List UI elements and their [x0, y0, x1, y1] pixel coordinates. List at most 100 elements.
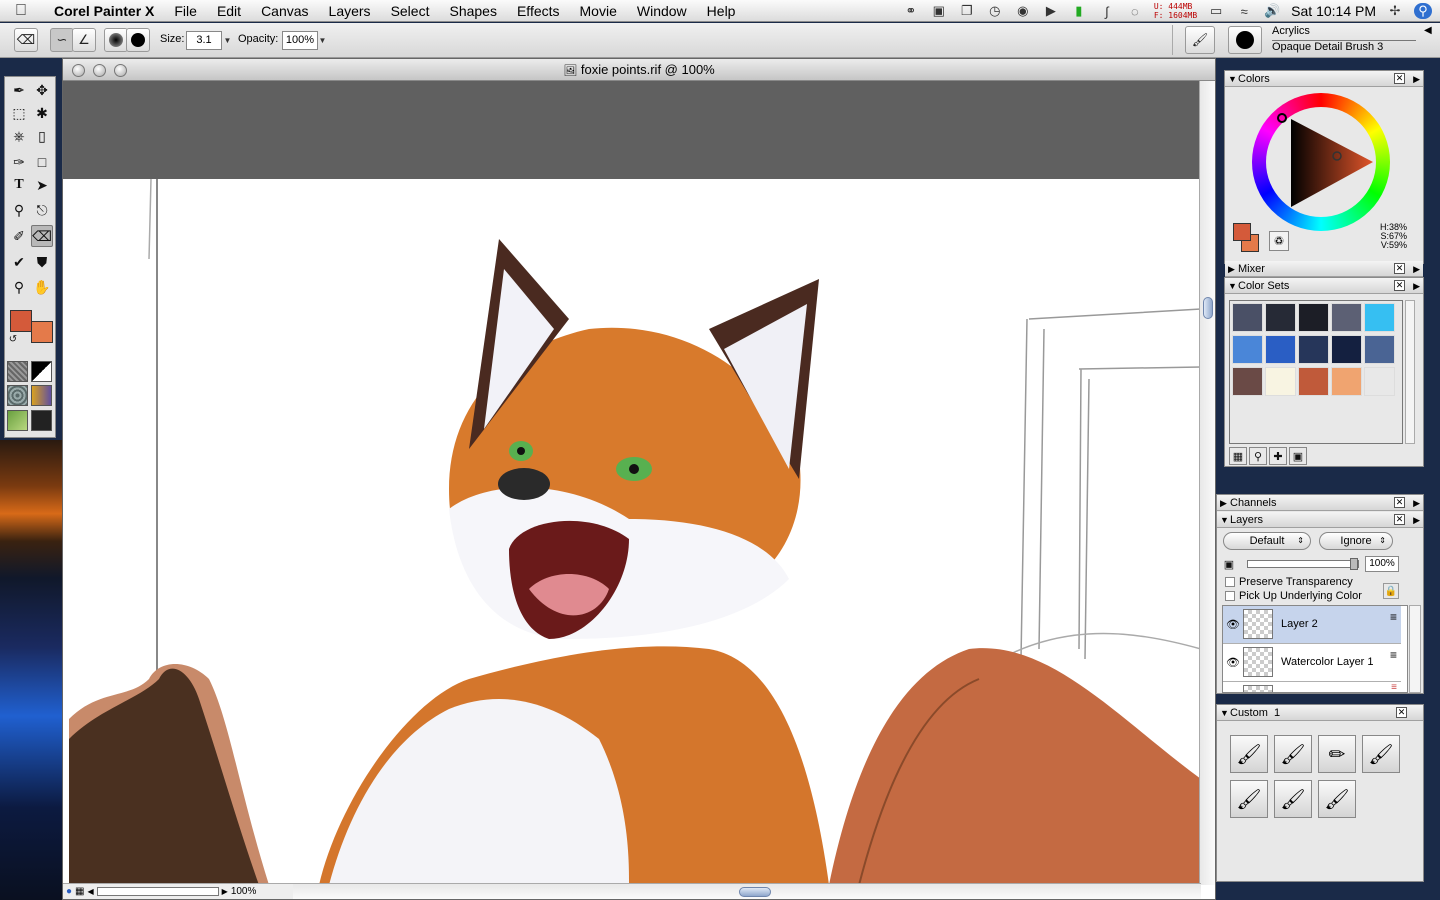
- gradient-selector-icon[interactable]: [31, 361, 52, 382]
- battery-icon[interactable]: ▮: [1070, 3, 1088, 19]
- lock-layer-icon[interactable]: 🔒: [1383, 583, 1399, 599]
- grabber-hand-icon[interactable]: ✋: [31, 276, 53, 298]
- close-icon[interactable]: ✕: [1394, 280, 1405, 291]
- quicksilver-icon[interactable]: ◉: [1014, 3, 1032, 19]
- minimize-window-icon[interactable]: [93, 64, 106, 77]
- scanner-icon[interactable]: ▣: [930, 3, 948, 19]
- zoom-in-icon[interactable]: ▶: [222, 887, 228, 896]
- menu-effects[interactable]: Effects: [507, 0, 570, 22]
- magic-wand-icon[interactable]: ✱: [31, 102, 53, 124]
- close-icon[interactable]: ✕: [1396, 707, 1407, 718]
- layer-row-partial[interactable]: ≡: [1223, 682, 1401, 692]
- horizontal-scroll-thumb[interactable]: [739, 887, 771, 897]
- custom-brush-2-icon[interactable]: 🖌: [1274, 735, 1312, 773]
- layer-list-scrollbar[interactable]: [1409, 605, 1421, 693]
- collapse-icon[interactable]: ▼: [1220, 705, 1230, 721]
- dodge-icon[interactable]: ✐: [8, 225, 30, 247]
- color-swatch[interactable]: [1298, 367, 1329, 396]
- color-swatch[interactable]: [1265, 303, 1296, 332]
- spaces-icon[interactable]: ✢: [1386, 3, 1404, 19]
- color-set-grid-icon[interactable]: ▣: [1289, 447, 1307, 465]
- colors-main-swatch[interactable]: [1233, 223, 1251, 241]
- color-swatch[interactable]: [1331, 303, 1362, 332]
- zoom-window-icon[interactable]: [114, 64, 127, 77]
- menu-window[interactable]: Window: [627, 0, 697, 22]
- close-icon[interactable]: ✕: [1394, 514, 1405, 525]
- signal-icon[interactable]: ∫: [1098, 3, 1116, 19]
- app-menu[interactable]: Corel Painter X: [42, 0, 164, 22]
- custom-brush-3-icon[interactable]: ✏: [1318, 735, 1356, 773]
- pick-up-color-checkbox[interactable]: [1225, 591, 1235, 601]
- color-swatch[interactable]: [1298, 335, 1329, 364]
- add-color-icon[interactable]: ✚: [1269, 447, 1287, 465]
- reset-tool-icon[interactable]: ⌫: [14, 28, 38, 52]
- spotlight-icon[interactable]: ⚲: [1414, 3, 1432, 19]
- layers-panel-header[interactable]: ▼Layers ✕ ▶: [1217, 512, 1423, 528]
- layer-row[interactable]: 👁 Layer 2 ≡: [1223, 606, 1401, 644]
- color-set-library-icon[interactable]: ▦: [1229, 447, 1247, 465]
- menu-shapes[interactable]: Shapes: [439, 0, 506, 22]
- vertical-scrollbar[interactable]: [1199, 81, 1215, 885]
- size-field[interactable]: 3.1: [186, 31, 222, 50]
- tracing-paper-icon[interactable]: ▦: [75, 886, 84, 897]
- text-tool-icon[interactable]: T: [8, 174, 30, 196]
- time-machine-icon[interactable]: ◷: [986, 3, 1004, 19]
- eye-icon[interactable]: 👁: [1226, 656, 1240, 669]
- panel-menu-icon[interactable]: ▶: [1413, 495, 1420, 511]
- hard-dab-icon[interactable]: [126, 28, 150, 52]
- layer-attributes-icon[interactable]: ▣: [1221, 556, 1237, 572]
- document-icon[interactable]: ▭: [1207, 3, 1225, 19]
- paint-bucket-icon[interactable]: ⛊: [31, 251, 53, 273]
- color-swatch[interactable]: [1298, 303, 1329, 332]
- menu-edit[interactable]: Edit: [207, 0, 251, 22]
- dropper-icon[interactable]: ✔: [8, 251, 30, 273]
- color-swatch[interactable]: [1364, 335, 1395, 364]
- panel-menu-icon[interactable]: ▶: [1413, 278, 1420, 294]
- cloner-icon[interactable]: ⚲: [8, 199, 30, 221]
- menu-file[interactable]: File: [164, 0, 207, 22]
- soft-dab-icon[interactable]: [104, 28, 128, 52]
- mixer-panel-header[interactable]: ▶ Mixer ✕ ▶: [1225, 261, 1423, 277]
- opacity-field[interactable]: 100%: [282, 31, 318, 50]
- composite-method-dropdown[interactable]: Default ⇕: [1223, 532, 1311, 550]
- apple-menu-icon[interactable]: : [0, 2, 42, 20]
- expand-icon[interactable]: ▶: [1228, 261, 1238, 277]
- zoom-out-icon[interactable]: ◀: [88, 887, 94, 896]
- clone-color-icon[interactable]: ♽: [1269, 231, 1289, 251]
- magnifier-icon[interactable]: ⚲: [8, 276, 30, 298]
- display-icon[interactable]: ▶: [1042, 3, 1060, 19]
- color-swatch[interactable]: [1232, 367, 1263, 396]
- find-color-icon[interactable]: ⚲: [1249, 447, 1267, 465]
- brush-variant-name[interactable]: Opaque Detail Brush 3: [1272, 40, 1416, 53]
- color-swatch[interactable]: [1331, 335, 1362, 364]
- clock[interactable]: Sat 10:14 PM: [1291, 3, 1376, 19]
- color-swatch[interactable]: [1232, 335, 1263, 364]
- nozzle-selector-icon[interactable]: [31, 385, 52, 406]
- brush-selector-arrow[interactable]: ◀: [1424, 25, 1432, 36]
- canvas[interactable]: [63, 179, 1201, 885]
- layer-row[interactable]: 👁 Watercolor Layer 1 ≡: [1223, 644, 1401, 682]
- close-icon[interactable]: ✕: [1394, 263, 1405, 274]
- zoom-level[interactable]: 100%: [231, 886, 257, 897]
- color-swatch[interactable]: [1331, 367, 1362, 396]
- color-sets-header[interactable]: ▼Color Sets ✕ ▶: [1225, 278, 1423, 294]
- custom-brush-7-icon[interactable]: 🖌: [1318, 780, 1356, 818]
- main-color-swatch[interactable]: [10, 310, 32, 332]
- channels-panel-header[interactable]: ▶ Channels ✕ ▶: [1217, 495, 1423, 511]
- color-swatch[interactable]: [1265, 335, 1296, 364]
- selection-adjuster-icon[interactable]: ▯: [31, 125, 53, 147]
- shape-selection-icon[interactable]: ➤: [31, 174, 53, 196]
- crop-icon[interactable]: ⎈: [8, 125, 30, 147]
- menu-help[interactable]: Help: [697, 0, 746, 22]
- look-selector-icon[interactable]: [7, 410, 28, 431]
- paper-selector-icon[interactable]: [7, 361, 28, 382]
- color-swatch[interactable]: [1265, 367, 1296, 396]
- wifi-icon[interactable]: ≈: [1235, 3, 1253, 19]
- expand-icon[interactable]: ▶: [1220, 495, 1230, 511]
- menu-movie[interactable]: Movie: [570, 0, 627, 22]
- brush-category-name[interactable]: Acrylics: [1272, 25, 1310, 37]
- collapse-icon[interactable]: ▼: [1228, 278, 1238, 294]
- layer-adjuster-icon[interactable]: ✥: [31, 79, 53, 101]
- eye-icon[interactable]: 👁: [1226, 618, 1240, 631]
- rectangle-shape-icon[interactable]: □: [31, 151, 53, 173]
